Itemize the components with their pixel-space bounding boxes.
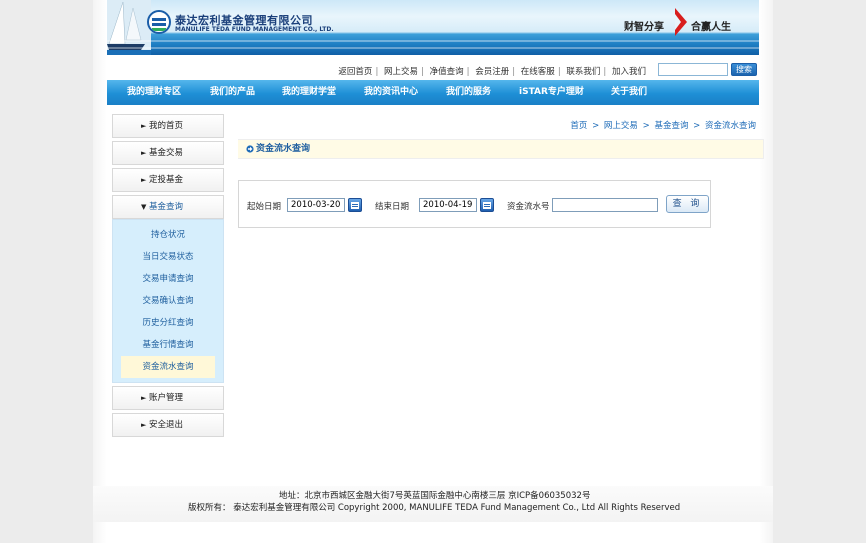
triangle-right-icon: ► [141,122,147,130]
search-input[interactable] [658,63,728,76]
logo-icon [147,10,171,34]
submenu-fund-quotes[interactable]: 基金行情查询 [121,334,215,356]
top-links: 返回首页 | 网上交易 | 净值查询 | 会员注册 | 在线客服 | 联系我们 | 加入我们 [338,67,646,77]
triangle-right-icon: ► [141,394,147,402]
query-button[interactable]: 查 询 [666,195,709,213]
top-link-join[interactable]: 加入我们 [612,67,646,77]
breadcrumb: 首页 > 网上交易 > 基金查询 > 资金流水查询 [570,121,756,131]
end-date-label: 结束日期 [375,202,410,212]
footer: 地址：北京市西城区金融大街7号英蓝国际金融中心南楼三层 京ICP备0603503… [93,486,773,522]
query-form: 起始日期 2010-03-20 结束日期 2010-04-19 资金流水号 查 … [238,180,711,228]
page: 泰达宏利基金管理有限公司 MANULIFE TEDA FUND MANAGEME… [93,0,773,543]
top-links-bar: 返回首页 | 网上交易 | 净值查询 | 会员注册 | 在线客服 | 联系我们 | 加入我们… [107,62,759,78]
triangle-right-icon: ► [141,149,147,157]
main-nav: 我的理财专区 我们的产品 我的理财学堂 我的资讯中心 我们的服务 iSTAR专户… [107,80,759,105]
slogan-right: 合赢人生 [691,22,731,33]
search-button[interactable]: 搜索 [731,63,757,76]
breadcrumb-home[interactable]: 首页 [570,121,587,131]
nav-about[interactable]: 关于我们 [611,80,647,105]
top-link-contact[interactable]: 联系我们 [566,67,600,77]
calendar-icon[interactable] [480,198,494,212]
section-title-bar: 资金流水查询 [238,139,764,159]
breadcrumb-online-trade[interactable]: 网上交易 [604,121,638,131]
start-date-input[interactable]: 2010-03-20 [287,198,345,212]
submenu-apply-query[interactable]: 交易申请查询 [121,268,215,290]
sidebar-item-fund-query[interactable]: ▼ 基金查询 [112,195,224,219]
header-banner: 泰达宏利基金管理有限公司 MANULIFE TEDA FUND MANAGEME… [107,0,759,55]
end-date-input[interactable]: 2010-04-19 [419,198,477,212]
top-link-nav-query[interactable]: 净值查询 [430,67,464,77]
nav-info-center[interactable]: 我的资讯中心 [364,80,418,105]
submenu-cash-flow[interactable]: 资金流水查询 [121,356,215,378]
footer-copyright: 版权所有： 泰达宏利基金管理有限公司 Copyright 2000, MANUL… [188,503,681,513]
brand-name-en: MANULIFE TEDA FUND MANAGEMENT CO., LTD. [175,26,334,33]
top-link-online-service[interactable]: 在线客服 [521,67,555,77]
sidebar-item-account[interactable]: ► 账户管理 [112,386,224,410]
fund-query-submenu: 持仓状况 当日交易状态 交易申请查询 交易确认查询 历史分红查询 基金行情查询 … [112,219,224,383]
top-link-online-trade[interactable]: 网上交易 [384,67,418,77]
submenu-holdings[interactable]: 持仓状况 [121,224,215,246]
nav-services[interactable]: 我们的服务 [446,80,491,105]
sidebar: ► 我的首页 ► 基金交易 ► 定投基金 ▼ 基金查询 持仓状况 当日交易状态 交易申请… [112,114,224,440]
triangle-right-icon: ► [141,421,147,429]
slogan-arrow-icon [675,8,687,36]
submenu-today-status[interactable]: 当日交易状态 [121,246,215,268]
triangle-right-icon: ► [141,176,147,184]
sidebar-item-logout[interactable]: ► 安全退出 [112,413,224,437]
submenu-dividend-history[interactable]: 历史分红查询 [121,312,215,334]
top-link-home[interactable]: 返回首页 [338,67,372,77]
nav-products[interactable]: 我们的产品 [210,80,255,105]
sidebar-item-fixed-invest[interactable]: ► 定投基金 [112,168,224,192]
sidebar-item-fund-trade[interactable]: ► 基金交易 [112,141,224,165]
slogan-left: 财智分享 [624,22,664,33]
breadcrumb-current[interactable]: 资金流水查询 [705,121,756,131]
breadcrumb-fund-query[interactable]: 基金查询 [654,121,688,131]
top-link-register[interactable]: 会员注册 [475,67,509,77]
sidebar-item-home[interactable]: ► 我的首页 [112,114,224,138]
serial-number-label: 资金流水号 [507,202,550,212]
nav-my-finance[interactable]: 我的理财专区 [127,80,181,105]
serial-number-input[interactable] [552,198,658,212]
arrow-right-icon [246,145,254,153]
triangle-down-icon: ▼ [141,203,147,211]
footer-address: 地址：北京市西城区金融大街7号英蓝国际金融中心南楼三层 京ICP备0603503… [279,491,591,501]
nav-finance-school[interactable]: 我的理财学堂 [282,80,336,105]
nav-istar[interactable]: iSTAR专户理财 [519,80,584,105]
start-date-label: 起始日期 [247,202,282,212]
submenu-confirm-query[interactable]: 交易确认查询 [121,290,215,312]
calendar-icon[interactable] [348,198,362,212]
page-title: 资金流水查询 [256,144,311,154]
